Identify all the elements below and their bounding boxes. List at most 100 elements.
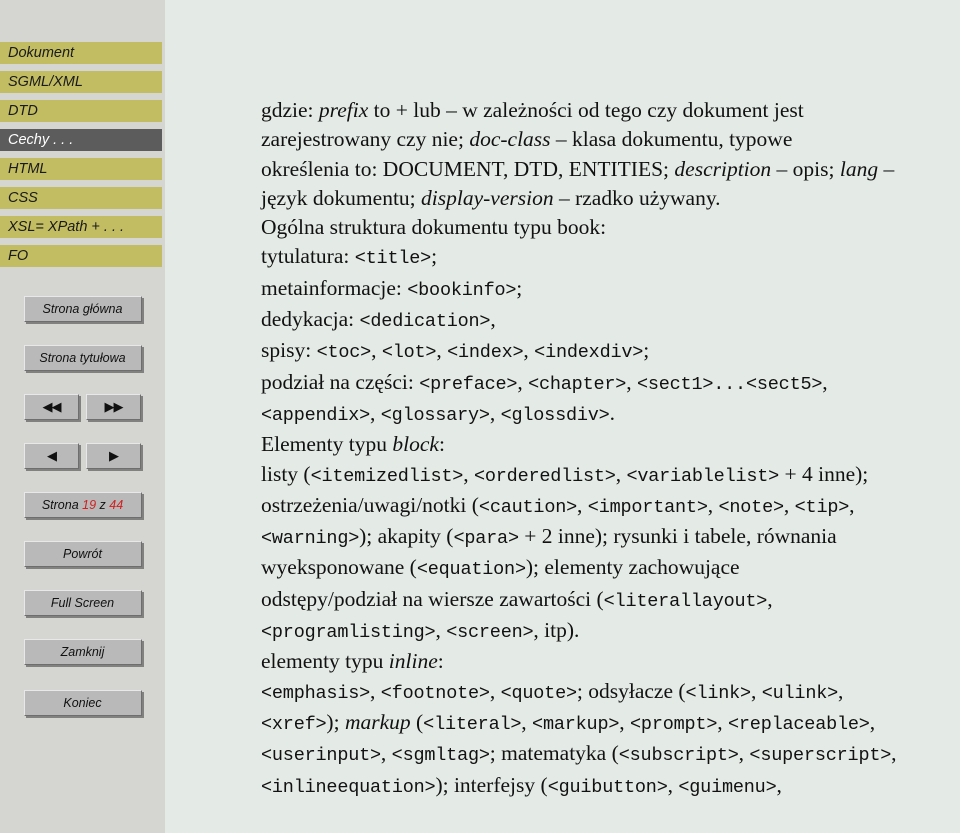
close-button[interactable]: Zamknij: [23, 639, 142, 665]
body-text: elementy typu: [261, 649, 389, 674]
content-line: język dokumentu; display-version – rzadk…: [261, 184, 960, 213]
sidebar-item-xsl-xpath[interactable]: XSL= XPath + . . .: [0, 216, 162, 238]
content-line: Elementy typu block:: [261, 430, 960, 459]
body-text: :: [438, 432, 445, 457]
body-text: ,: [750, 678, 762, 703]
body-text: );: [326, 709, 345, 734]
sidebar-item-fo[interactable]: FO: [0, 245, 162, 267]
last-page-button[interactable]: ▶▶: [86, 394, 141, 420]
body-text: ,: [849, 492, 855, 517]
body-text: dedykacja:: [261, 307, 360, 332]
markup-tag: <warning>: [261, 528, 360, 550]
first-last-button-row: ◀◀ ▶▶: [0, 394, 165, 420]
body-text: ,: [371, 338, 382, 363]
body-text: + 2 inne); rysunki i tabele, równania: [518, 524, 837, 549]
body-text: zarejestrowany czy nie;: [261, 127, 470, 152]
content-line: listy (<itemizedlist>, <orderedlist>, <v…: [261, 460, 960, 491]
next-page-button[interactable]: ▶: [86, 443, 141, 469]
body-text: ,: [822, 369, 828, 394]
body-text: Elementy typu: [261, 432, 393, 457]
content-paragraph: Ogólna struktura dokumentu typu book: tyt…: [261, 213, 960, 802]
previous-page-button[interactable]: ◀: [24, 443, 79, 469]
markup-tag: <equation>: [416, 559, 526, 581]
sidebar-item-sgml-xml[interactable]: SGML/XML: [0, 71, 162, 93]
markup-tag: <userinput>: [261, 745, 381, 767]
first-page-button[interactable]: ◀◀: [24, 394, 79, 420]
body-text: – opis;: [771, 156, 840, 181]
body-text: ,: [626, 369, 637, 394]
markup-tag: <variablelist>: [626, 465, 780, 487]
markup-tag: <sect1>...<sect5>: [636, 373, 823, 395]
markup-tag: <tip>: [794, 496, 850, 518]
title-page-button[interactable]: Strona tytułowa: [23, 345, 142, 371]
content-line: zarejestrowany czy nie; doc-class – klas…: [261, 125, 960, 154]
body-text: ,: [380, 741, 392, 766]
emphasis-text: block: [392, 432, 439, 457]
markup-tag: <indexdiv>: [534, 342, 644, 364]
content-line: <emphasis>, <footnote>, <quote>; odsyłac…: [261, 677, 960, 708]
body-text: ,: [838, 678, 844, 703]
prev-next-button-row: ◀ ▶: [0, 443, 165, 469]
emphasis-text: display-version: [421, 185, 554, 210]
sidebar-item-html[interactable]: HTML: [0, 158, 162, 180]
markup-tag: <subscript>: [618, 745, 739, 767]
markup-tag: <literal>: [423, 713, 522, 735]
body-text: (: [410, 709, 424, 734]
body-text: ,: [517, 369, 529, 394]
page-counter[interactable]: Strona 19 z 44: [23, 492, 142, 518]
markup-tag: <orderedlist>: [473, 465, 616, 487]
markup-tag: <appendix>: [261, 404, 371, 426]
body-text: ; matematyka (: [489, 741, 619, 766]
content-line: metainformacje: <bookinfo>;: [261, 274, 960, 305]
fullscreen-button-row: Full Screen: [0, 590, 165, 616]
markup-tag: <glossdiv>: [500, 404, 610, 426]
sidebar-item-dtd[interactable]: DTD: [0, 100, 162, 122]
content-line: <xref>); markup (<literal>, <markup>, <p…: [261, 708, 960, 739]
body-text: ,: [489, 678, 501, 703]
page-counter-row: Strona 19 z 44: [0, 492, 165, 518]
body-text: ,: [667, 772, 679, 797]
body-text: to + lub – w zależności od tego czy doku…: [368, 98, 804, 122]
markup-tag: <inlineequation>: [261, 776, 436, 798]
quit-button[interactable]: Koniec: [23, 690, 142, 716]
body-text: ,: [707, 492, 719, 517]
content-line: gdzie: prefix to + lub – w zależności od…: [261, 96, 960, 125]
content-line: <programlisting>, <screen>, itp).: [261, 616, 960, 647]
body-text: – klasa dokumentu, typowe: [550, 127, 793, 152]
content-line: Ogólna struktura dokumentu typu book:: [261, 213, 960, 242]
emphasis-text: lang: [839, 156, 879, 181]
back-button[interactable]: Powrót: [23, 541, 142, 567]
markup-tag: <bookinfo>: [407, 279, 517, 301]
body-text: ); interfejsy (: [435, 772, 548, 797]
markup-tag: <title>: [354, 248, 432, 270]
body-text: :: [437, 649, 444, 674]
body-text: Ogólna struktura dokumentu typu book:: [261, 215, 607, 240]
markup-tag: <ulink>: [761, 682, 839, 704]
home-button[interactable]: Strona główna: [23, 296, 142, 322]
content-line: odstępy/podział na wiersze zawartości (<…: [261, 585, 960, 616]
body-text: , itp).: [533, 618, 580, 643]
close-button-row: Zamknij: [0, 639, 165, 665]
content-line: podział na części: <preface>, <chapter>,…: [261, 368, 960, 399]
content-paragraph: gdzie: prefix to + lub – w zależności od…: [261, 96, 960, 213]
markup-tag: <guimenu>: [678, 776, 777, 798]
markup-tag: <quote>: [500, 682, 578, 704]
markup-tag: <screen>: [446, 622, 534, 644]
quit-button-row: Koniec: [0, 690, 165, 716]
body-text: ; odsyłacze (: [576, 678, 686, 703]
fullscreen-button[interactable]: Full Screen: [23, 590, 142, 616]
slide-content: gdzie: prefix to + lub – w zależności od…: [261, 96, 960, 802]
markup-tag: <note>: [718, 496, 784, 518]
sidebar-item-css[interactable]: CSS: [0, 187, 162, 209]
body-text: ;: [643, 338, 650, 363]
body-text: ,: [435, 618, 447, 643]
body-text: gdzie:: [261, 98, 319, 122]
markup-tag: <emphasis>: [261, 682, 371, 704]
body-text: –: [878, 156, 895, 181]
body-text: ,: [891, 741, 897, 766]
markup-tag: <programlisting>: [261, 622, 436, 644]
sidebar-item-dokument[interactable]: Dokument: [0, 42, 162, 64]
markup-tag: <important>: [587, 496, 708, 518]
body-text: tytulatura:: [261, 244, 355, 269]
sidebar-item-cechy[interactable]: Cechy . . .: [0, 129, 162, 151]
